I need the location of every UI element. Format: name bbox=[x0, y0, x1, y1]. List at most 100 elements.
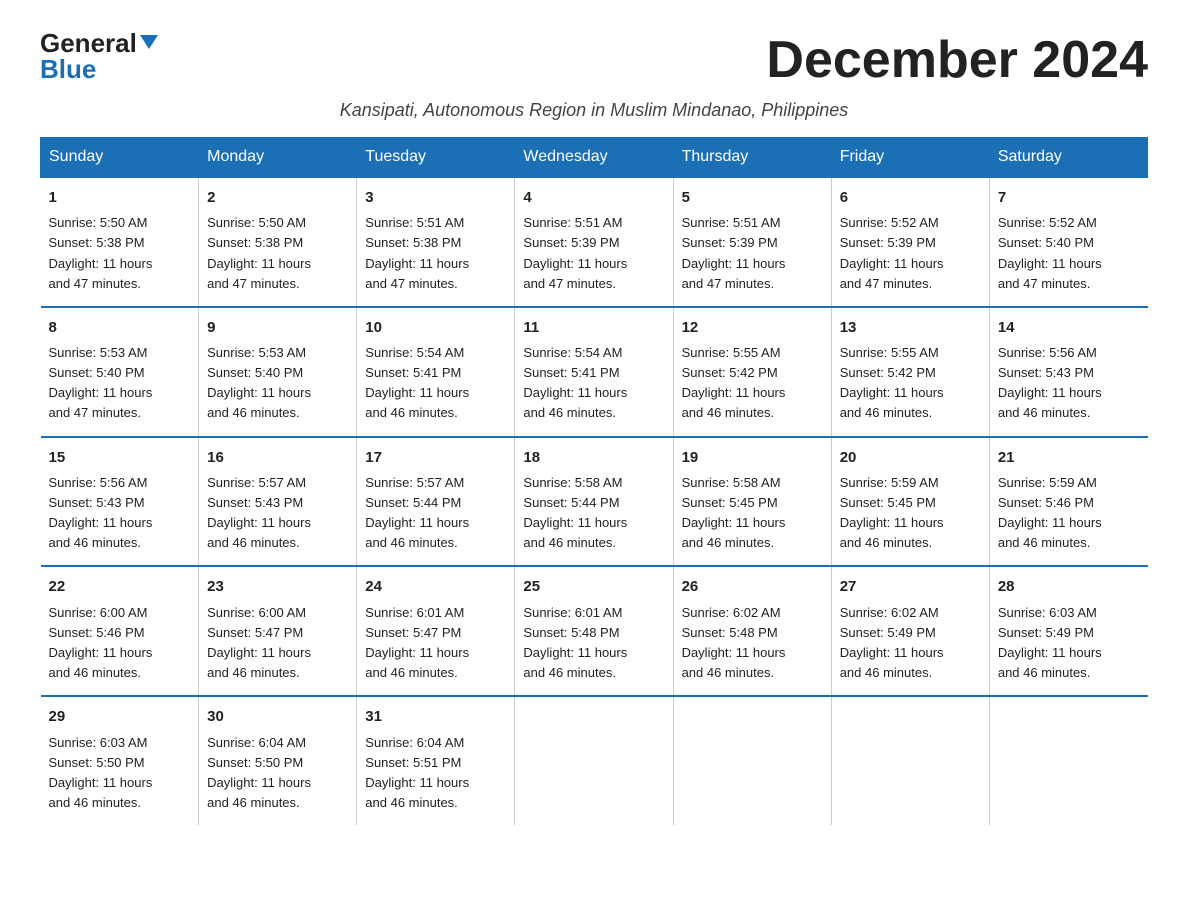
day-info: Sunrise: 5:55 AM Sunset: 5:42 PM Dayligh… bbox=[682, 343, 823, 424]
day-number: 26 bbox=[682, 575, 823, 598]
day-info: Sunrise: 6:01 AM Sunset: 5:47 PM Dayligh… bbox=[365, 603, 506, 684]
calendar-cell bbox=[515, 696, 673, 825]
calendar-cell bbox=[989, 696, 1147, 825]
calendar-cell: 1Sunrise: 5:50 AM Sunset: 5:38 PM Daylig… bbox=[41, 177, 199, 307]
logo-triangle-icon bbox=[140, 35, 158, 49]
day-number: 15 bbox=[49, 446, 191, 469]
calendar-cell: 22 Sunrise: 6:00 AM Sunset: 5:46 PM Dayli… bbox=[41, 566, 199, 696]
day-info: Sunrise: 5:56 AM Sunset: 5:43 PM Dayligh… bbox=[998, 343, 1140, 424]
day-info: Sunrise: 6:02 AM Sunset: 5:49 PM Dayligh… bbox=[840, 603, 981, 684]
day-number: 6 bbox=[840, 186, 981, 209]
week-row-4: 22 Sunrise: 6:00 AM Sunset: 5:46 PM Dayli… bbox=[41, 566, 1148, 696]
calendar-cell: 13 Sunrise: 5:55 AM Sunset: 5:42 PM Dayli… bbox=[831, 307, 989, 437]
day-info: Sunrise: 6:02 AM Sunset: 5:48 PM Dayligh… bbox=[682, 603, 823, 684]
day-info: Sunrise: 5:53 AM Sunset: 5:40 PM Dayligh… bbox=[207, 343, 348, 424]
day-number: 8 bbox=[49, 316, 191, 339]
day-info: Sunrise: 5:59 AM Sunset: 5:45 PM Dayligh… bbox=[840, 473, 981, 554]
calendar-cell: 19Sunrise: 5:58 AM Sunset: 5:45 PM Dayli… bbox=[673, 437, 831, 567]
header-friday: Friday bbox=[831, 138, 989, 178]
calendar-cell: 17 Sunrise: 5:57 AM Sunset: 5:44 PM Dayli… bbox=[357, 437, 515, 567]
day-info: Sunrise: 6:00 AM Sunset: 5:47 PM Dayligh… bbox=[207, 603, 348, 684]
calendar-cell: 29 Sunrise: 6:03 AM Sunset: 5:50 PM Dayli… bbox=[41, 696, 199, 825]
calendar-cell: 16 Sunrise: 5:57 AM Sunset: 5:43 PM Dayli… bbox=[199, 437, 357, 567]
day-number: 11 bbox=[523, 316, 664, 339]
day-number: 28 bbox=[998, 575, 1140, 598]
day-info: Sunrise: 5:52 AM Sunset: 5:39 PM Dayligh… bbox=[840, 213, 981, 294]
day-info: Sunrise: 5:51 AM Sunset: 5:39 PM Dayligh… bbox=[523, 213, 664, 294]
calendar-cell: 4 Sunrise: 5:51 AM Sunset: 5:39 PM Daylig… bbox=[515, 177, 673, 307]
day-number: 10 bbox=[365, 316, 506, 339]
day-number: 23 bbox=[207, 575, 348, 598]
day-number: 16 bbox=[207, 446, 348, 469]
day-info: Sunrise: 5:52 AM Sunset: 5:40 PM Dayligh… bbox=[998, 213, 1140, 294]
calendar-cell: 10 Sunrise: 5:54 AM Sunset: 5:41 PM Dayli… bbox=[357, 307, 515, 437]
day-info: Sunrise: 6:00 AM Sunset: 5:46 PM Dayligh… bbox=[49, 603, 191, 684]
day-number: 13 bbox=[840, 316, 981, 339]
logo: General Blue bbox=[40, 30, 158, 82]
calendar-cell: 8 Sunrise: 5:53 AM Sunset: 5:40 PM Daylig… bbox=[41, 307, 199, 437]
calendar-cell: 14 Sunrise: 5:56 AM Sunset: 5:43 PM Dayli… bbox=[989, 307, 1147, 437]
day-info: Sunrise: 5:58 AM Sunset: 5:45 PM Dayligh… bbox=[682, 473, 823, 554]
calendar-cell: 25Sunrise: 6:01 AM Sunset: 5:48 PM Dayli… bbox=[515, 566, 673, 696]
calendar-cell: 9Sunrise: 5:53 AM Sunset: 5:40 PM Daylig… bbox=[199, 307, 357, 437]
day-info: Sunrise: 5:50 AM Sunset: 5:38 PM Dayligh… bbox=[207, 213, 348, 294]
header-thursday: Thursday bbox=[673, 138, 831, 178]
calendar-cell: 30 Sunrise: 6:04 AM Sunset: 5:50 PM Dayli… bbox=[199, 696, 357, 825]
calendar-cell: 18Sunrise: 5:58 AM Sunset: 5:44 PM Dayli… bbox=[515, 437, 673, 567]
calendar-cell: 12Sunrise: 5:55 AM Sunset: 5:42 PM Dayli… bbox=[673, 307, 831, 437]
day-number: 5 bbox=[682, 186, 823, 209]
day-info: Sunrise: 6:04 AM Sunset: 5:51 PM Dayligh… bbox=[365, 733, 506, 814]
day-number: 24 bbox=[365, 575, 506, 598]
day-info: Sunrise: 6:01 AM Sunset: 5:48 PM Dayligh… bbox=[523, 603, 664, 684]
day-info: Sunrise: 5:56 AM Sunset: 5:43 PM Dayligh… bbox=[49, 473, 191, 554]
day-number: 2 bbox=[207, 186, 348, 209]
calendar-cell: 5Sunrise: 5:51 AM Sunset: 5:39 PM Daylig… bbox=[673, 177, 831, 307]
calendar-cell: 15 Sunrise: 5:56 AM Sunset: 5:43 PM Dayli… bbox=[41, 437, 199, 567]
day-info: Sunrise: 5:54 AM Sunset: 5:41 PM Dayligh… bbox=[365, 343, 506, 424]
day-info: Sunrise: 6:04 AM Sunset: 5:50 PM Dayligh… bbox=[207, 733, 348, 814]
calendar-cell: 26 Sunrise: 6:02 AM Sunset: 5:48 PM Dayli… bbox=[673, 566, 831, 696]
calendar-header-row: SundayMondayTuesdayWednesdayThursdayFrid… bbox=[41, 138, 1148, 178]
day-number: 14 bbox=[998, 316, 1140, 339]
day-info: Sunrise: 5:55 AM Sunset: 5:42 PM Dayligh… bbox=[840, 343, 981, 424]
day-info: Sunrise: 5:51 AM Sunset: 5:38 PM Dayligh… bbox=[365, 213, 506, 294]
day-number: 22 bbox=[49, 575, 191, 598]
subtitle: Kansipati, Autonomous Region in Muslim M… bbox=[40, 100, 1148, 121]
header-wednesday: Wednesday bbox=[515, 138, 673, 178]
header-monday: Monday bbox=[199, 138, 357, 178]
day-number: 30 bbox=[207, 705, 348, 728]
header-tuesday: Tuesday bbox=[357, 138, 515, 178]
calendar-cell bbox=[673, 696, 831, 825]
day-info: Sunrise: 6:03 AM Sunset: 5:50 PM Dayligh… bbox=[49, 733, 191, 814]
calendar-cell: 31Sunrise: 6:04 AM Sunset: 5:51 PM Dayli… bbox=[357, 696, 515, 825]
day-number: 3 bbox=[365, 186, 506, 209]
day-number: 7 bbox=[998, 186, 1140, 209]
day-info: Sunrise: 5:53 AM Sunset: 5:40 PM Dayligh… bbox=[49, 343, 191, 424]
day-number: 4 bbox=[523, 186, 664, 209]
week-row-5: 29 Sunrise: 6:03 AM Sunset: 5:50 PM Dayli… bbox=[41, 696, 1148, 825]
day-number: 17 bbox=[365, 446, 506, 469]
logo-blue-text: Blue bbox=[40, 56, 96, 82]
calendar-table: SundayMondayTuesdayWednesdayThursdayFrid… bbox=[40, 137, 1148, 825]
month-title: December 2024 bbox=[766, 30, 1148, 90]
day-number: 18 bbox=[523, 446, 664, 469]
header-sunday: Sunday bbox=[41, 138, 199, 178]
day-number: 1 bbox=[49, 186, 191, 209]
calendar-cell: 28 Sunrise: 6:03 AM Sunset: 5:49 PM Dayli… bbox=[989, 566, 1147, 696]
calendar-cell: 11 Sunrise: 5:54 AM Sunset: 5:41 PM Dayli… bbox=[515, 307, 673, 437]
calendar-cell: 24 Sunrise: 6:01 AM Sunset: 5:47 PM Dayli… bbox=[357, 566, 515, 696]
logo-general-text: General bbox=[40, 30, 158, 56]
day-info: Sunrise: 6:03 AM Sunset: 5:49 PM Dayligh… bbox=[998, 603, 1140, 684]
day-info: Sunrise: 5:59 AM Sunset: 5:46 PM Dayligh… bbox=[998, 473, 1140, 554]
day-number: 20 bbox=[840, 446, 981, 469]
day-info: Sunrise: 5:57 AM Sunset: 5:43 PM Dayligh… bbox=[207, 473, 348, 554]
day-info: Sunrise: 5:54 AM Sunset: 5:41 PM Dayligh… bbox=[523, 343, 664, 424]
calendar-cell: 21Sunrise: 5:59 AM Sunset: 5:46 PM Dayli… bbox=[989, 437, 1147, 567]
calendar-cell: 6 Sunrise: 5:52 AM Sunset: 5:39 PM Daylig… bbox=[831, 177, 989, 307]
day-number: 29 bbox=[49, 705, 191, 728]
header: General Blue December 2024 bbox=[40, 30, 1148, 90]
calendar-cell: 23 Sunrise: 6:00 AM Sunset: 5:47 PM Dayli… bbox=[199, 566, 357, 696]
calendar-cell: 7 Sunrise: 5:52 AM Sunset: 5:40 PM Daylig… bbox=[989, 177, 1147, 307]
week-row-2: 8 Sunrise: 5:53 AM Sunset: 5:40 PM Daylig… bbox=[41, 307, 1148, 437]
day-info: Sunrise: 5:57 AM Sunset: 5:44 PM Dayligh… bbox=[365, 473, 506, 554]
